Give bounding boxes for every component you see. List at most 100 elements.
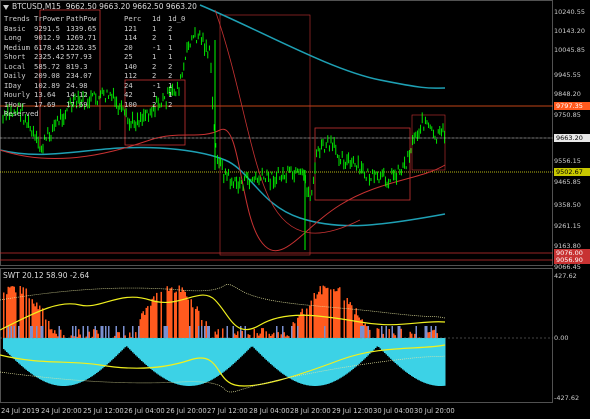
histogram-bar xyxy=(124,338,126,348)
histogram-bar xyxy=(30,326,32,338)
histogram-bar xyxy=(360,326,362,338)
histogram-bar xyxy=(145,307,147,338)
indicator-axis-label: -427.62 xyxy=(554,394,580,402)
histogram-bar xyxy=(294,338,296,381)
histogram-bar xyxy=(246,338,248,352)
histogram-bar xyxy=(13,326,15,338)
table-cell: Medium xyxy=(4,42,30,52)
table-cell: IHour xyxy=(4,99,26,109)
histogram-bar xyxy=(364,338,366,359)
histogram-bar xyxy=(265,338,267,360)
histogram-bar xyxy=(264,338,266,359)
histogram-bar xyxy=(43,338,45,382)
dropdown-arrow-icon[interactable] xyxy=(3,4,9,10)
histogram-bar xyxy=(435,326,437,338)
histogram-bar xyxy=(36,326,38,338)
histogram-bar xyxy=(256,338,258,352)
price-label: 9848.20 xyxy=(554,90,581,98)
histogram-bar xyxy=(129,332,131,338)
histogram-bar xyxy=(96,330,98,338)
indicator-chart[interactable] xyxy=(0,284,553,393)
histogram-bar xyxy=(144,314,146,338)
chart-canvas[interactable] xyxy=(0,0,590,419)
histogram-bar xyxy=(324,338,326,385)
histogram-bar xyxy=(298,315,300,338)
histogram-bar xyxy=(262,328,264,338)
histogram-bar xyxy=(201,338,203,385)
histogram-bar xyxy=(433,338,435,386)
histogram-bar xyxy=(399,326,401,338)
table-cell: 114 xyxy=(124,33,137,42)
histogram-bar xyxy=(285,338,287,376)
histogram-bar xyxy=(366,326,368,338)
histogram-bar xyxy=(357,338,359,366)
histogram-bar xyxy=(124,335,126,338)
price-tag: 9797.35 xyxy=(554,102,590,110)
histogram-bar xyxy=(340,338,342,378)
histogram-bar xyxy=(193,338,195,386)
histogram-bar xyxy=(169,338,171,382)
histogram-bar xyxy=(165,338,167,380)
histogram-bar xyxy=(288,336,290,338)
table-cell: 2 xyxy=(168,23,173,33)
histogram-bar xyxy=(435,338,437,386)
histogram-bar xyxy=(301,308,303,338)
price-label: 9261.15 xyxy=(554,222,581,230)
histogram-bar xyxy=(72,326,74,338)
histogram-bar xyxy=(166,338,168,381)
histogram-bar xyxy=(232,326,234,338)
histogram-bar xyxy=(225,338,227,371)
histogram-bar xyxy=(397,338,399,366)
histogram-bar xyxy=(33,338,35,376)
histogram-bar xyxy=(198,338,200,385)
histogram-bar xyxy=(214,338,216,378)
histogram-bar xyxy=(411,333,413,338)
price-label: 10143.20 xyxy=(554,27,586,35)
histogram-bar xyxy=(300,338,302,384)
histogram-bar xyxy=(327,338,329,384)
histogram-bar xyxy=(261,338,263,356)
histogram-bar xyxy=(156,338,158,374)
ohlc-label: 9662.50 9663.20 9662.50 9663.20 xyxy=(65,2,197,11)
histogram-bar xyxy=(166,326,168,338)
histogram-bar xyxy=(346,298,348,338)
histogram-bar xyxy=(288,338,290,378)
long-ma-line xyxy=(199,4,446,89)
histogram-bar xyxy=(108,326,110,338)
range-box xyxy=(219,14,311,256)
histogram-bar xyxy=(81,338,83,382)
band-line xyxy=(0,284,446,319)
histogram-bar xyxy=(373,338,375,350)
histogram-bar xyxy=(88,338,90,378)
histogram-bar xyxy=(384,338,386,353)
histogram-bar xyxy=(309,338,311,386)
histogram-bar xyxy=(10,338,12,357)
price-label: 9750.85 xyxy=(554,111,581,119)
histogram-bar xyxy=(280,334,282,338)
histogram-bar xyxy=(229,338,231,367)
table-cell: -1 xyxy=(152,42,161,52)
time-label: 29 Jul 12:00 xyxy=(332,407,373,415)
histogram-bar xyxy=(438,338,440,386)
histogram-bar xyxy=(247,334,249,338)
histogram-bar xyxy=(163,326,165,338)
histogram-bar xyxy=(49,329,51,338)
histogram-bar xyxy=(363,338,365,360)
histogram-bar xyxy=(139,338,141,360)
histogram-bar xyxy=(238,338,240,359)
histogram-bar xyxy=(148,338,150,368)
histogram-bar xyxy=(423,338,425,383)
histogram-bar xyxy=(360,338,362,363)
histogram-bar xyxy=(58,326,60,338)
histogram-bar xyxy=(424,326,426,338)
histogram-bar xyxy=(352,338,354,369)
histogram-bar xyxy=(247,338,249,350)
histogram-bar xyxy=(333,338,335,382)
histogram-bar xyxy=(259,333,261,338)
histogram-bar xyxy=(276,326,278,338)
histogram-bar xyxy=(186,338,188,386)
histogram-bar xyxy=(216,334,218,338)
histogram-bar xyxy=(174,338,176,384)
histogram-bar xyxy=(418,337,420,338)
histogram-bar xyxy=(432,338,434,386)
